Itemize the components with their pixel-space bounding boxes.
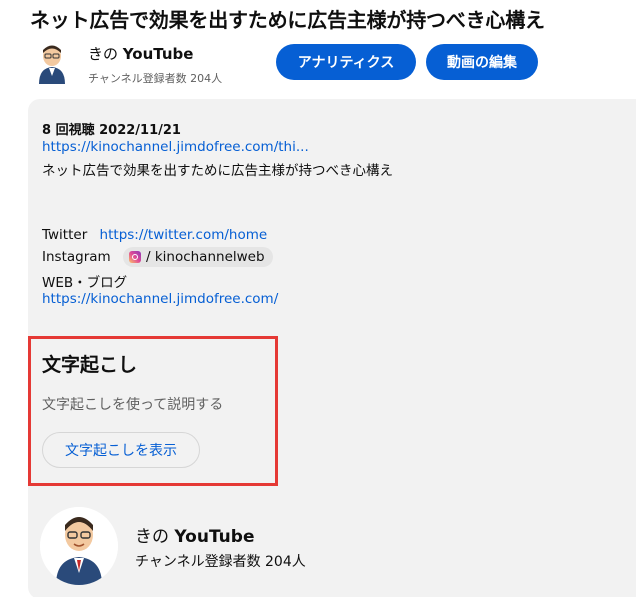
twitter-link[interactable]: https://twitter.com/home bbox=[100, 227, 268, 243]
video-title: ネット広告で効果を出すために広告主様が持つべき心構え bbox=[30, 8, 545, 32]
blog-label: WEB・ブログ bbox=[42, 275, 128, 291]
channel-name-prefix: きの bbox=[88, 45, 119, 63]
transcript-subtitle: 文字起こしを使って説明する bbox=[42, 397, 224, 413]
view-count-date: 8 回視聴 2022/11/21 bbox=[42, 123, 181, 138]
analytics-button[interactable]: アナリティクス bbox=[276, 44, 416, 80]
show-transcript-button[interactable]: 文字起こしを表示 bbox=[42, 432, 200, 468]
footer-channel-name[interactable]: きの YouTube bbox=[135, 522, 254, 547]
instagram-line: Instagram / kinochannelweb bbox=[42, 247, 273, 267]
footer-channel-avatar[interactable] bbox=[40, 507, 118, 585]
instagram-icon bbox=[128, 251, 141, 263]
subscriber-count: チャンネル登録者数 204人 bbox=[88, 72, 223, 85]
channel-name[interactable]: きの YouTube bbox=[88, 43, 193, 64]
channel-name-brand: YouTube bbox=[122, 45, 194, 63]
owner-row: きの YouTube チャンネル登録者数 204人 アナリティクス 動画の編集 bbox=[36, 40, 636, 90]
blog-link[interactable]: https://kinochannel.jimdofree.com/ bbox=[42, 291, 278, 307]
description-summary: ネット広告で効果を出すために広告主様が持つべき心構え bbox=[42, 163, 393, 179]
twitter-line: Twitter https://twitter.com/home bbox=[42, 227, 267, 243]
instagram-handle: / kinochannelweb bbox=[145, 249, 265, 265]
footer-channel-name-prefix: きの bbox=[135, 527, 169, 547]
description-link[interactable]: https://kinochannel.jimdofree.com/thi... bbox=[42, 139, 309, 155]
instagram-chip[interactable]: / kinochannelweb bbox=[122, 247, 273, 267]
twitter-label: Twitter bbox=[42, 227, 88, 243]
instagram-label: Instagram bbox=[42, 249, 111, 265]
footer-channel-name-brand: YouTube bbox=[174, 527, 255, 547]
footer-subscriber-count: チャンネル登録者数 204人 bbox=[135, 554, 306, 570]
edit-video-button[interactable]: 動画の編集 bbox=[426, 44, 538, 80]
channel-avatar[interactable] bbox=[36, 44, 68, 84]
transcript-heading: 文字起こし bbox=[42, 354, 138, 376]
